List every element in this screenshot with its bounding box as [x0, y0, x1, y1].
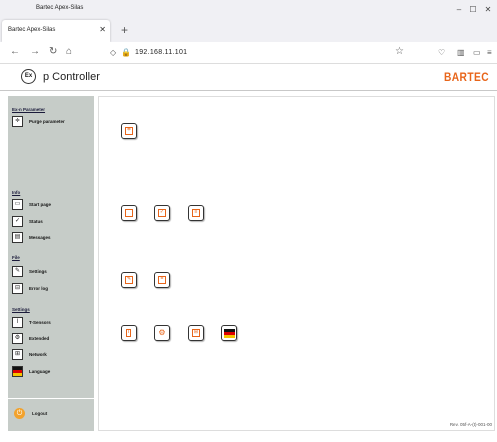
sidebar-item-label: T-Sensors	[29, 320, 51, 325]
window-titlebar: Bartec Apex-Silas – ☐ ✕	[0, 0, 497, 20]
sidebar-item-label: Purge parameter	[29, 119, 65, 124]
browser-tab[interactable]: Bartec Apex-Silas ✕	[2, 20, 110, 42]
bookmark-star-icon[interactable]: ☆	[395, 46, 404, 57]
tab-close-icon[interactable]: ✕	[99, 25, 106, 34]
error-log-tile[interactable]: =	[154, 272, 170, 288]
shield-icon[interactable]: ◇	[110, 48, 116, 57]
logout-label: Logout	[32, 411, 48, 416]
purge-icon: ≑	[125, 127, 133, 135]
edit-icon: ✎	[12, 266, 23, 277]
main-content: ≑ ✓ ≡ ✎ = ǀ ⚙ ⊞ Rev. 05f-A-(t)-001-00	[98, 96, 495, 431]
sidebar-item-label: Extended	[29, 336, 50, 341]
extended-tile[interactable]: ⚙	[154, 325, 170, 341]
section-settings: Settings	[12, 307, 30, 312]
logout-button[interactable]: ⏻ Logout	[8, 398, 94, 431]
forward-icon[interactable]: →	[30, 46, 40, 57]
reload-icon[interactable]: ↻	[49, 46, 57, 57]
edit-icon: ✎	[125, 276, 133, 284]
section-info: Info	[12, 190, 21, 195]
error-log-icon: =	[158, 276, 166, 284]
network-tile[interactable]: ⊞	[188, 325, 204, 341]
brand-logo: BARTEC	[443, 70, 489, 84]
sidebar-item-label: Language	[29, 369, 51, 374]
sidebar-item-label: Error log	[29, 286, 49, 291]
address-bar[interactable]: 192.168.11.101	[135, 49, 187, 56]
tab-strip: Bartec Apex-Silas ✕ +	[0, 20, 497, 42]
revision-text: Rev. 05f-A-(t)-001-00	[449, 422, 492, 427]
t-sensors-tile[interactable]: ǀ	[121, 325, 137, 341]
purge-parameter-tile[interactable]: ≑	[121, 123, 137, 139]
flag-icon	[224, 329, 235, 338]
menu-icon[interactable]: ≡	[487, 48, 492, 57]
power-icon: ⏻	[14, 408, 25, 419]
tab-title: Bartec Apex-Silas	[8, 27, 56, 33]
sidebar-item-label: Messages	[29, 235, 51, 240]
clipboard-icon: ✓	[12, 216, 23, 227]
sidebar: Ex-n Parameter ≑ Purge parameter Info ▭ …	[8, 96, 94, 431]
maximize-icon[interactable]: ☐	[466, 3, 480, 17]
app-header: Ex p Controller BARTEC	[0, 64, 497, 91]
section-ex-parameter: Ex-n Parameter	[12, 107, 46, 112]
sidebar-item-label: Status	[29, 219, 43, 224]
back-icon[interactable]: ←	[10, 46, 20, 57]
purge-icon: ≑	[12, 116, 23, 127]
start-page-tile[interactable]	[121, 205, 137, 221]
sidebar-item-label: Start page	[29, 202, 52, 207]
gears-icon: ⚙	[12, 333, 23, 344]
clipboard-icon: ✓	[158, 209, 166, 217]
lock-icon[interactable]: 🔒	[121, 48, 131, 57]
reader-icon[interactable]: ▭	[473, 48, 481, 57]
language-tile[interactable]	[221, 325, 237, 341]
network-icon: ⊞	[12, 349, 23, 360]
messages-icon: ≡	[192, 209, 200, 217]
close-window-icon[interactable]: ✕	[481, 3, 495, 17]
home-icon[interactable]: ⌂	[66, 46, 72, 57]
window-title: Bartec Apex-Silas	[36, 5, 84, 11]
new-tab-icon[interactable]: +	[121, 23, 128, 37]
messages-tile[interactable]: ≡	[188, 205, 204, 221]
pocket-icon[interactable]: ♡	[438, 48, 445, 57]
gears-icon: ⚙	[158, 328, 166, 337]
status-tile[interactable]: ✓	[154, 205, 170, 221]
thermometer-icon: ǀ	[126, 329, 131, 337]
settings-tile[interactable]: ✎	[121, 272, 137, 288]
window-icon: ▭	[12, 199, 23, 210]
navigation-bar: ← → ↻ ⌂ ◇ 🔒 192.168.11.101 ☆ ♡ ▥ ▭ ≡	[0, 42, 497, 64]
library-icon[interactable]: ▥	[457, 48, 465, 57]
error-log-icon: ⊟	[12, 283, 23, 294]
messages-icon: ▤	[12, 232, 23, 243]
ex-logo-icon: Ex	[21, 69, 36, 84]
sidebar-item-label: Network	[29, 352, 47, 357]
url-host: 192.168.11.101	[135, 49, 188, 56]
thermometer-icon: ǀ	[12, 317, 23, 328]
flag-icon	[12, 366, 23, 377]
sidebar-item-label: Settings	[29, 269, 47, 274]
network-icon: ⊞	[192, 329, 200, 337]
section-file: File	[12, 255, 20, 260]
app-title: p Controller	[43, 71, 100, 83]
minimize-icon[interactable]: –	[452, 3, 466, 17]
window-icon	[125, 209, 133, 217]
